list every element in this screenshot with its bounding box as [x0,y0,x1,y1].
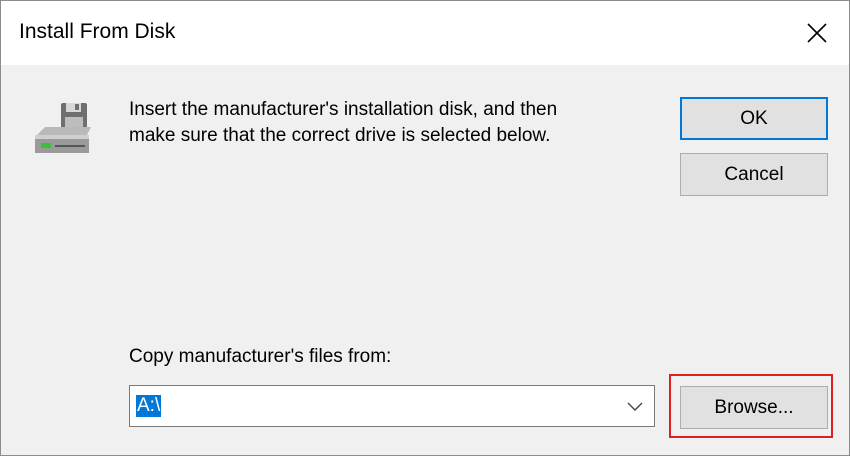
copy-from-input[interactable]: A:\ [136,395,162,417]
window-title: Install From Disk [19,20,176,43]
instruction-text: Insert the manufacturer's installation d… [129,97,557,149]
close-icon [807,23,827,43]
floppy-drive-icon [35,103,91,153]
install-from-disk-dialog: Install From Disk Insert the manufacture… [0,0,850,456]
instruction-line-1: Insert the manufacturer's installation d… [129,99,558,120]
cancel-button[interactable]: Cancel [680,153,828,196]
instruction-line-2: make sure that the correct drive is sele… [129,125,551,146]
chevron-down-icon[interactable] [626,400,644,412]
copy-from-combobox[interactable]: A:\ [129,385,655,427]
browse-button[interactable]: Browse... [680,386,828,429]
close-button[interactable] [785,1,849,65]
title-bar: Install From Disk [1,1,849,65]
ok-button[interactable]: OK [680,97,828,140]
copy-from-label: Copy manufacturer's files from: [129,346,392,367]
